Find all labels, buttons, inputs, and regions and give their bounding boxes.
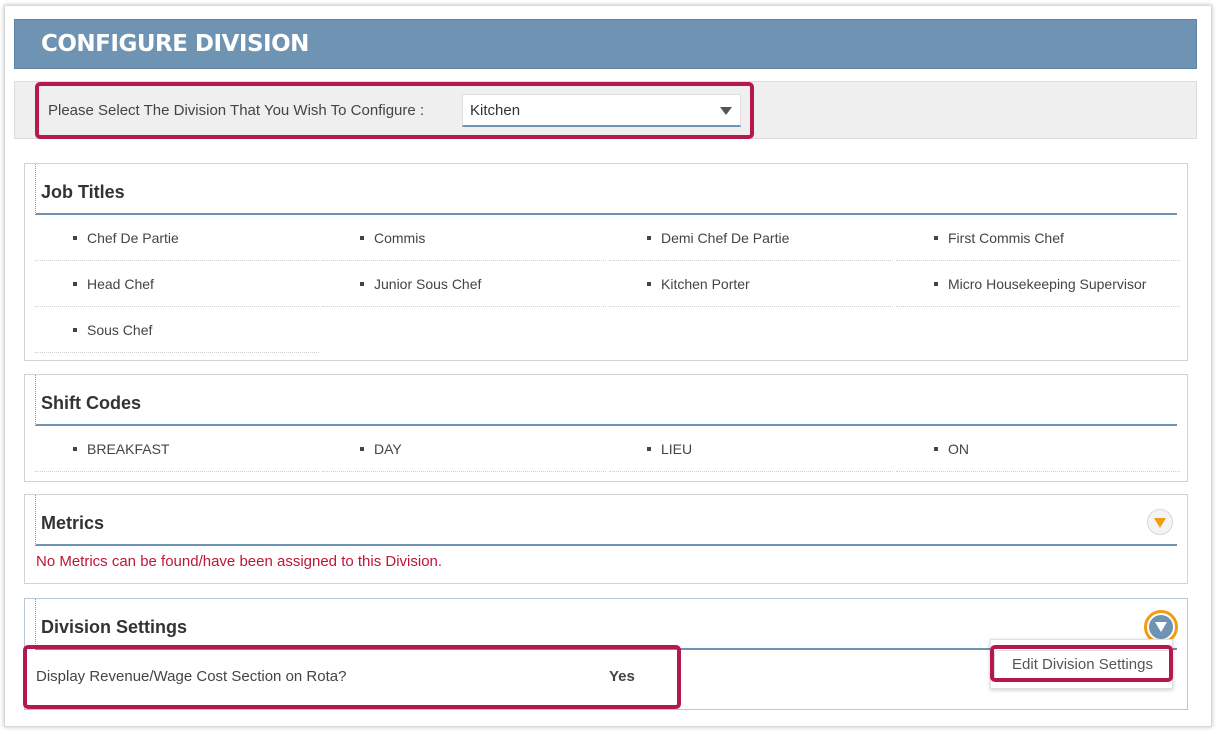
list-item: Chef De Partie	[35, 215, 319, 261]
job-titles-title: Job Titles	[41, 182, 125, 202]
list-item-label: DAY	[374, 441, 402, 457]
shift-codes-header: Shift Codes	[35, 375, 1177, 426]
bullet-icon	[647, 447, 651, 451]
list-item: Commis	[322, 215, 606, 261]
list-item: Micro Housekeeping Supervisor	[896, 261, 1180, 307]
division-select-label: Please Select The Division That You Wish…	[48, 102, 425, 119]
settings-button-circle	[1149, 615, 1173, 639]
chevron-down-icon	[720, 107, 732, 115]
list-item-label: Demi Chef De Partie	[661, 230, 790, 246]
list-item: First Commis Chef	[896, 215, 1180, 261]
metrics-toggle-button[interactable]	[1147, 509, 1173, 535]
list-item-label: BREAKFAST	[87, 441, 170, 457]
bullet-icon	[647, 236, 651, 240]
bullet-icon	[360, 236, 364, 240]
list-item-label: Micro Housekeeping Supervisor	[948, 276, 1147, 292]
division-settings-title: Division Settings	[41, 617, 188, 637]
metrics-header: Metrics	[35, 495, 1177, 546]
list-item-label: Kitchen Porter	[661, 276, 750, 292]
bullet-icon	[73, 282, 77, 286]
bullet-icon	[73, 236, 77, 240]
metrics-empty-message: No Metrics can be found/have been assign…	[36, 553, 443, 570]
shift-codes-title: Shift Codes	[41, 393, 142, 413]
job-titles-panel: Job Titles Chef De Partie Commis Demi Chef…	[24, 163, 1188, 361]
list-item-label: Sous Chef	[87, 322, 153, 338]
list-item: DAY	[322, 426, 606, 472]
list-item-label: Junior Sous Chef	[374, 276, 482, 292]
list-item: Kitchen Porter	[609, 261, 893, 307]
edit-division-settings-menu-item[interactable]: Edit Division Settings	[994, 650, 1171, 680]
page-header: CONFIGURE DIVISION	[14, 19, 1197, 69]
bullet-icon	[647, 282, 651, 286]
metrics-title: Metrics	[41, 513, 105, 533]
division-dropdown-value: Kitchen	[470, 102, 521, 119]
shift-codes-panel: Shift Codes BREAKFAST DAY LIEU ON	[24, 374, 1188, 482]
division-dropdown[interactable]: Kitchen	[462, 94, 741, 127]
triangle-down-icon	[1155, 622, 1167, 632]
bullet-icon	[73, 447, 77, 451]
bullet-icon	[934, 236, 938, 240]
list-item: Junior Sous Chef	[322, 261, 606, 307]
list-item-label: ON	[948, 441, 969, 457]
list-item-label: Commis	[374, 230, 426, 246]
list-item: LIEU	[609, 426, 893, 472]
list-item: BREAKFAST	[35, 426, 319, 472]
setting-value: Yes	[609, 668, 635, 685]
job-titles-header: Job Titles	[35, 164, 1177, 215]
list-item-label: First Commis Chef	[948, 230, 1064, 246]
page-title: CONFIGURE DIVISION	[41, 31, 309, 57]
list-item: Sous Chef	[35, 307, 319, 353]
bullet-icon	[360, 447, 364, 451]
bullet-icon	[934, 282, 938, 286]
division-settings-menu: Edit Division Settings	[990, 639, 1173, 689]
list-item-label: LIEU	[661, 441, 693, 457]
list-item: ON	[896, 426, 1180, 472]
triangle-down-icon	[1154, 518, 1166, 528]
list-item: Head Chef	[35, 261, 319, 307]
bullet-icon	[360, 282, 364, 286]
setting-label: Display Revenue/Wage Cost Section on Rot…	[36, 668, 347, 685]
list-item: Demi Chef De Partie	[609, 215, 893, 261]
list-item-label: Head Chef	[87, 276, 154, 292]
metrics-panel: Metrics No Metrics can be found/have bee…	[24, 494, 1188, 584]
list-item-label: Chef De Partie	[87, 230, 179, 246]
bullet-icon	[934, 447, 938, 451]
bullet-icon	[73, 328, 77, 332]
